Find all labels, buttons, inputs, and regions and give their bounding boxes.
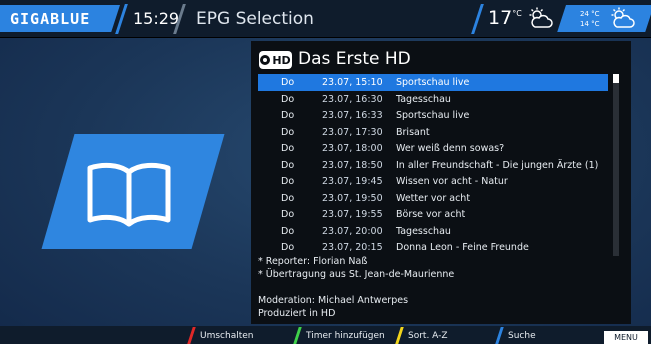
event-datetime: 23.07, 16:30 (322, 93, 383, 105)
event-title: Brisant (396, 126, 430, 138)
event-description: * Reporter: Florian Naß * Übertragung au… (258, 255, 454, 320)
forecast-tile (557, 5, 651, 32)
blue-button-search[interactable]: Suche (508, 331, 536, 341)
event-title: Tagesschau (396, 225, 451, 237)
event-day: Do (281, 143, 295, 154)
event-title: Sportschau live (396, 77, 470, 88)
event-row[interactable]: Do 23.07, 19:45 Wissen vor acht - Natur (258, 173, 608, 190)
event-day: Do (281, 209, 295, 220)
event-list: Do 23.07, 15:10 Sportschau live Do 23.07, 16… (258, 74, 608, 256)
forecast-high: 24 °C (580, 10, 600, 18)
current-temperature: 17°C (488, 7, 522, 29)
event-day: Do (281, 77, 295, 88)
event-title: In aller Freundschaft - Die jungen Ärzte… (396, 159, 599, 171)
event-datetime: 23.07, 17:30 (322, 126, 383, 138)
event-day: Do (281, 110, 295, 121)
event-day: Do (281, 159, 295, 171)
scrollbar-thumb[interactable] (613, 74, 619, 83)
scrollbar[interactable] (613, 74, 619, 256)
event-day: Do (281, 192, 295, 204)
event-day: Do (281, 225, 295, 237)
forecast-low: 14 °C (580, 20, 600, 28)
channel-logo: HD (259, 51, 292, 69)
event-row[interactable]: Do 23.07, 20:15 Donna Leon - Feine Freunde (258, 239, 608, 256)
menu-button[interactable]: MENU (604, 331, 648, 344)
event-title: Wetter vor acht (396, 192, 471, 204)
channel-logo-text: HD (272, 53, 291, 67)
brand-logo: GIGABLUE (10, 10, 91, 28)
event-row[interactable]: Do 23.07, 15:10 Sportschau live (258, 74, 608, 91)
event-datetime: 23.07, 15:10 (322, 77, 383, 88)
event-day: Do (281, 242, 295, 253)
event-datetime: 23.07, 20:15 (322, 242, 383, 253)
event-datetime: 23.07, 19:45 (322, 176, 383, 187)
open-book-icon (87, 162, 171, 227)
event-title: Wer weiß denn sowas? (396, 143, 505, 154)
event-datetime: 23.07, 20:00 (322, 225, 383, 237)
event-row[interactable]: Do 23.07, 16:30 Tagesschau (258, 91, 608, 108)
event-day: Do (281, 126, 295, 138)
event-row[interactable]: Do 23.07, 18:50 In aller Freundschaft - Di… (258, 157, 608, 174)
event-datetime: 23.07, 18:50 (322, 159, 383, 171)
event-day: Do (281, 176, 295, 187)
event-row[interactable]: Do 23.07, 19:55 Börse vor acht (258, 206, 608, 223)
channel-name: Das Erste HD (298, 49, 411, 69)
description-line: * Reporter: Florian Naß (258, 256, 368, 267)
event-datetime: 23.07, 18:00 (322, 143, 383, 154)
event-title: Wissen vor acht - Natur (396, 176, 508, 187)
event-title: Sportschau live (396, 110, 470, 121)
event-title: Börse vor acht (396, 209, 466, 220)
description-line: Moderation: Michael Antwerpes (258, 295, 409, 306)
page-title: EPG Selection (196, 9, 314, 29)
green-button-add-timer[interactable]: Timer hinzufügen (306, 331, 385, 341)
event-datetime: 23.07, 19:50 (322, 192, 383, 204)
event-day: Do (281, 93, 295, 105)
event-row[interactable]: Do 23.07, 18:00 Wer weiß denn sowas? (258, 140, 608, 157)
yellow-button-sort[interactable]: Sort. A-Z (408, 331, 448, 341)
clock: 15:29 (133, 9, 180, 28)
description-line: * Übertragung aus St. Jean-de-Maurienne (258, 269, 455, 280)
description-line: Produziert in HD (258, 308, 336, 319)
ard-logo-icon (260, 55, 271, 65)
event-title: Donna Leon - Feine Freunde (396, 242, 529, 253)
event-row[interactable]: Do 23.07, 17:30 Brisant (258, 124, 608, 141)
red-button-switch[interactable]: Umschalten (200, 331, 253, 341)
partly-cloudy-sun-icon (611, 7, 635, 28)
partly-cloudy-sun-icon (529, 7, 553, 28)
event-datetime: 23.07, 16:33 (322, 110, 383, 121)
event-row[interactable]: Do 23.07, 20:00 Tagesschau (258, 223, 608, 240)
epg-panel: HD Das Erste HD Do 23.07, 15:10 Sportschau… (251, 41, 631, 324)
event-row[interactable]: Do 23.07, 16:33 Sportschau live (258, 107, 608, 124)
event-datetime: 23.07, 19:55 (322, 209, 383, 220)
event-row[interactable]: Do 23.07, 19:50 Wetter vor acht (258, 190, 608, 207)
event-title: Tagesschau (396, 93, 451, 105)
